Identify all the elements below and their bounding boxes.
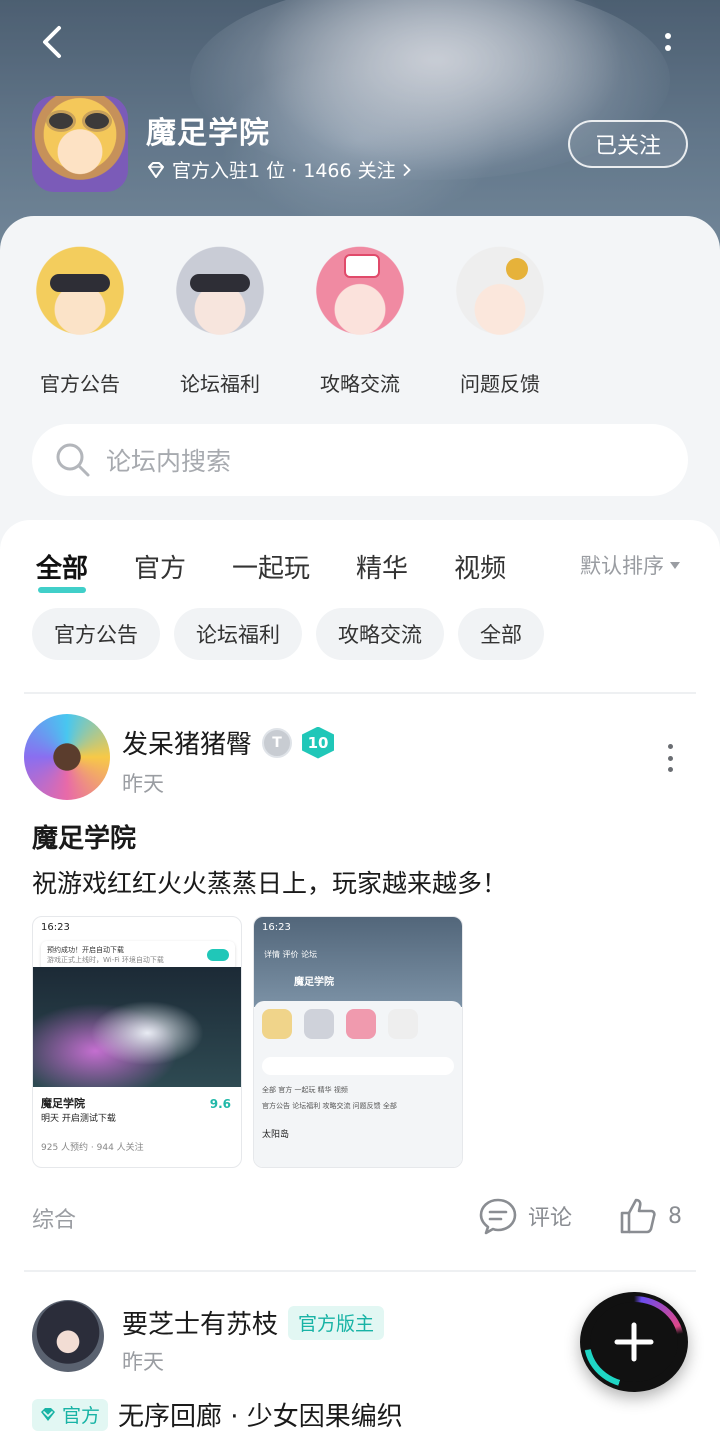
category-avatar (304, 240, 416, 352)
thumb-user: 太阳岛 (262, 1130, 290, 1140)
sort-label: 默认排序 (580, 554, 664, 578)
chevron-left-icon (43, 26, 61, 58)
post-image-1[interactable]: 16:23 预约成功！开启自动下载 游戏正式上线时，Wi-Fi 环境自动下载 魔… (32, 916, 242, 1168)
chip-all[interactable]: 全部 (458, 608, 544, 660)
chevron-right-icon (403, 163, 411, 176)
sort-dropdown[interactable]: 默认排序 (580, 550, 680, 580)
category-avatar (164, 240, 276, 352)
author-name-row: 要芝士有苏枝 官方版主 (122, 1304, 385, 1341)
post-card[interactable]: 发呆猪猪臀 T 10 昨天 魔足学院 祝游戏红红火火蒸蒸日上，玩家越来越多！ 1… (0, 714, 720, 1254)
official-tag: 官方 (32, 1398, 109, 1431)
post-title-row: 官方 无序回廊 · 少女因果编织 (32, 1396, 403, 1433)
author-avatar[interactable] (32, 1300, 104, 1372)
tab-official[interactable]: 官方 (134, 548, 186, 585)
comment-icon (479, 1198, 517, 1235)
more-menu-button[interactable] (648, 22, 688, 62)
caret-down-icon (670, 561, 680, 569)
thumb-lines: 全部 官方 一起玩 精华 视频 官方公告 论坛福利 攻略交流 问题反馈 全部 太… (262, 1085, 454, 1140)
thumb-score: 9.6 (209, 1097, 231, 1111)
author-name[interactable]: 发呆猪猪臀 (122, 724, 252, 761)
comment-label: 评论 (528, 1206, 573, 1231)
category-avatar (24, 240, 136, 352)
thumb-game-sub: 明天 开启测试下载 (41, 1114, 116, 1124)
title-badge-icon: T (262, 727, 293, 758)
author-name-row: 发呆猪猪臀 T 10 (122, 724, 335, 761)
tab-play-together[interactable]: 一起玩 (232, 548, 310, 585)
author-name[interactable]: 要芝士有苏枝 (122, 1304, 278, 1341)
back-button[interactable] (32, 20, 76, 64)
category-shortcuts: 官方公告 论坛福利 攻略交流 问题反馈 (0, 240, 720, 400)
category-strategy[interactable]: 攻略交流 (290, 240, 430, 397)
game-stats-text: 官方入驻1 位 · 1466 关注 (172, 160, 396, 182)
diamond-icon (41, 1407, 55, 1421)
post-image-2[interactable]: 16:23 详情 评价 论坛 魔足学院 全部 官方 一起玩 精华 视频 官方公告… (253, 916, 463, 1168)
category-label: 官方公告 (40, 372, 120, 396)
thumb-search (262, 1057, 454, 1075)
post-time: 昨天 (122, 1350, 164, 1374)
search-placeholder: 论坛内搜索 (106, 447, 232, 476)
thumb-game-name: 魔足学院 (41, 1097, 85, 1110)
category-forum-welfare[interactable]: 论坛福利 (150, 240, 290, 397)
moderator-badge: 官方版主 (288, 1305, 385, 1340)
thumb-tabs: 全部 官方 一起玩 精华 视频 (262, 1086, 348, 1094)
comment-button[interactable]: 评论 (478, 1196, 572, 1236)
post-category: 综合 (32, 1208, 77, 1233)
post-body: 祝游戏红红火火蒸蒸日上，玩家越来越多！ (32, 869, 508, 898)
game-icon (32, 96, 128, 192)
chip-official-notice[interactable]: 官方公告 (32, 608, 160, 660)
thumb-notice-title: 预约成功！开启自动下载 (47, 946, 124, 954)
divider (24, 692, 696, 694)
toggle-icon (207, 949, 229, 961)
level-badge: 10 (302, 726, 335, 759)
create-post-button[interactable] (580, 1292, 688, 1392)
thumb-game-stats: 925 人预约 · 944 人关注 (41, 1143, 144, 1153)
diamond-icon (148, 161, 164, 178)
category-label: 攻略交流 (320, 372, 400, 396)
chip-strategy[interactable]: 攻略交流 (316, 608, 444, 660)
thumb-status-time: 16:23 (41, 922, 70, 933)
thumb-chips: 官方公告 论坛福利 攻略交流 问题反馈 全部 (262, 1102, 397, 1110)
post-more-button[interactable] (660, 744, 680, 772)
post-time: 昨天 (122, 772, 164, 796)
feed-tabs: 全部 官方 一起玩 精华 视频 (36, 546, 552, 593)
category-feedback[interactable]: 问题反馈 (430, 240, 570, 397)
follow-button[interactable]: 已关注 (568, 120, 688, 168)
official-tag-label: 官方 (62, 1405, 101, 1427)
thumb-game-name: 魔足学院 (294, 977, 334, 988)
game-stats-link[interactable]: 官方入驻1 位 · 1466 关注 (146, 156, 412, 183)
thumb-nav: 详情 评价 论坛 (264, 950, 318, 959)
like-button[interactable]: 8 (618, 1196, 682, 1236)
like-count: 8 (668, 1203, 682, 1229)
chip-forum-welfare[interactable]: 论坛福利 (174, 608, 302, 660)
filter-chips: 官方公告 论坛福利 攻略交流 全部 (32, 608, 544, 660)
thumb-notice-sub: 游戏正式上线时，Wi-Fi 环境自动下载 (47, 956, 164, 964)
search-icon (56, 443, 90, 477)
thumb-status-time: 16:23 (262, 922, 291, 933)
game-title: 魔足学院 (146, 116, 270, 151)
author-avatar[interactable] (24, 714, 110, 800)
post-title: 无序回廊 · 少女因果编织 (118, 1402, 403, 1432)
category-official-notice[interactable]: 官方公告 (10, 240, 150, 397)
plus-icon (614, 1322, 654, 1362)
tab-video[interactable]: 视频 (454, 548, 506, 585)
category-label: 问题反馈 (460, 372, 540, 396)
thumb-game-info: 魔足学院 明天 开启测试下载 925 人预约 · 944 人关注 (41, 1095, 144, 1153)
forum-search-input[interactable]: 论坛内搜索 (32, 424, 688, 496)
thumb-category-row (262, 1009, 418, 1039)
tab-all[interactable]: 全部 (36, 548, 88, 593)
divider (24, 1270, 696, 1272)
thumbs-up-icon (620, 1198, 656, 1234)
thumb-artwork (33, 967, 241, 1087)
category-label: 论坛福利 (180, 372, 260, 396)
post-title: 魔足学院 (32, 824, 137, 854)
tab-featured[interactable]: 精华 (356, 548, 408, 585)
category-avatar (444, 240, 556, 352)
